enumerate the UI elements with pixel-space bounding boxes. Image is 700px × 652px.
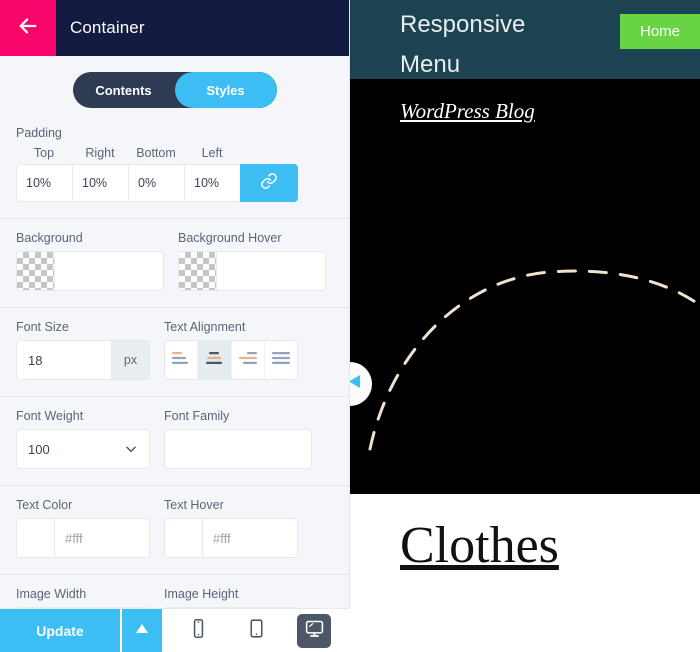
panel-bottom-bar: Update	[0, 608, 350, 652]
decorative-arc	[368, 269, 700, 451]
padding-head-bottom: Bottom	[136, 146, 176, 160]
text-hover-label: Text Hover	[164, 498, 224, 512]
padding-head-top: Top	[33, 146, 55, 160]
font-size-group: Font Size 18 px	[16, 320, 150, 380]
device-switcher	[162, 609, 350, 652]
text-hover-field[interactable]: #fff	[164, 518, 298, 558]
chain-link-icon	[260, 172, 278, 195]
align-right-icon	[238, 350, 258, 371]
padding-bottom-input[interactable]: 0%	[128, 164, 184, 202]
text-color-input[interactable]: #fff	[55, 519, 149, 557]
tab-bar: Contents Styles	[0, 56, 349, 122]
tab-styles[interactable]: Styles	[174, 72, 277, 108]
page-title: Container	[70, 18, 145, 37]
desktop-icon	[304, 618, 325, 644]
tab-contents[interactable]: Contents	[73, 72, 175, 108]
padding-left-input[interactable]: 10%	[184, 164, 240, 202]
text-hover-group: Text Hover #fff	[164, 498, 298, 558]
align-right-button[interactable]	[232, 341, 265, 379]
background-value[interactable]	[55, 252, 163, 290]
font-weight-value: 100	[28, 441, 50, 457]
align-left-icon	[171, 350, 191, 371]
tablet-icon	[246, 618, 267, 644]
caret-left-icon	[350, 374, 361, 394]
text-hover-swatch[interactable]	[165, 519, 203, 557]
image-width-label: Image Width	[16, 587, 87, 601]
section-font-weight-family: Font Weight 100 Font Family	[0, 396, 349, 485]
background-hover-group: Background Hover	[178, 231, 326, 291]
padding-head-left: Left	[201, 146, 223, 160]
preview-clothes-heading[interactable]: Clothes	[400, 516, 559, 575]
image-height-label: Image Height	[164, 587, 239, 601]
device-mobile-button[interactable]	[181, 614, 215, 648]
font-weight-label: Font Weight	[16, 409, 84, 423]
section-padding: Padding Top Right Bottom Left 10% 10% 0%…	[0, 122, 349, 218]
font-weight-select[interactable]: 100	[16, 429, 150, 469]
mobile-icon	[188, 618, 209, 644]
font-family-input[interactable]	[164, 429, 312, 469]
font-size-field[interactable]: 18 px	[16, 340, 150, 380]
preview-wordpress-blog-link[interactable]: WordPress Blog	[400, 99, 535, 124]
expand-toggle-button[interactable]	[120, 609, 162, 652]
site-preview: Responsive Menu Home WordPress Blog Clot…	[350, 0, 700, 652]
padding-right-input[interactable]: 10%	[72, 164, 128, 202]
settings-scroll-area[interactable]: Padding Top Right Bottom Left 10% 10% 0%…	[0, 122, 349, 652]
text-alignment-group: Text Alignment	[164, 320, 298, 380]
align-justify-button[interactable]	[265, 341, 297, 379]
arrow-left-icon	[17, 15, 39, 42]
align-center-button[interactable]	[198, 341, 232, 379]
preview-menu-body: WordPress Blog	[350, 79, 700, 494]
background-hover-color-field[interactable]	[178, 251, 326, 291]
caret-up-icon	[135, 622, 149, 640]
align-center-icon	[204, 350, 224, 371]
preview-home-button[interactable]: Home	[619, 14, 700, 49]
font-size-input[interactable]: 18	[17, 341, 111, 379]
update-button[interactable]: Update	[0, 609, 120, 652]
text-color-group: Text Color #fff	[16, 498, 150, 558]
background-hover-swatch[interactable]	[179, 252, 217, 290]
padding-inputs: 10% 10% 0% 10%	[16, 164, 333, 202]
text-alignment-label: Text Alignment	[164, 320, 246, 334]
device-tablet-button[interactable]	[239, 614, 273, 648]
back-button[interactable]	[0, 0, 56, 56]
align-justify-icon	[271, 350, 291, 371]
padding-link-button[interactable]	[240, 164, 298, 202]
text-color-label: Text Color	[16, 498, 73, 512]
section-background: Background Background Hover	[0, 218, 349, 307]
background-color-field[interactable]	[16, 251, 164, 291]
font-family-label: Font Family	[164, 409, 230, 423]
background-group: Background	[16, 231, 164, 291]
font-size-label: Font Size	[16, 320, 69, 334]
app-root: Container Contents Styles Padding Top Ri…	[0, 0, 700, 652]
font-size-unit: px	[111, 341, 149, 379]
background-hover-label: Background Hover	[178, 231, 282, 245]
background-hover-value[interactable]	[217, 252, 325, 290]
background-swatch[interactable]	[17, 252, 55, 290]
text-alignment-options	[164, 340, 298, 380]
chevron-down-icon	[124, 442, 138, 456]
align-left-button[interactable]	[165, 341, 199, 379]
padding-label: Padding	[16, 126, 62, 140]
panel-header: Container	[0, 0, 349, 56]
preview-site-title: Responsive Menu	[400, 11, 526, 78]
section-font-size-alignment: Font Size 18 px Text Alignment	[0, 307, 349, 396]
font-weight-group: Font Weight 100	[16, 409, 150, 469]
padding-head-right: Right	[85, 146, 115, 160]
text-color-swatch[interactable]	[17, 519, 55, 557]
text-color-field[interactable]: #fff	[16, 518, 150, 558]
preview-content-body: Clothes	[350, 494, 700, 652]
preview-site-header: Responsive Menu Home	[350, 0, 700, 79]
font-family-group: Font Family	[164, 409, 312, 469]
padding-headers: Top Right Bottom Left	[16, 146, 333, 164]
text-hover-input[interactable]: #fff	[203, 519, 297, 557]
device-desktop-button[interactable]	[297, 613, 331, 648]
section-text-color: Text Color #fff Text Hover #fff	[0, 485, 349, 574]
background-label: Background	[16, 231, 83, 245]
padding-top-input[interactable]: 10%	[16, 164, 72, 202]
settings-panel: Container Contents Styles Padding Top Ri…	[0, 0, 350, 652]
